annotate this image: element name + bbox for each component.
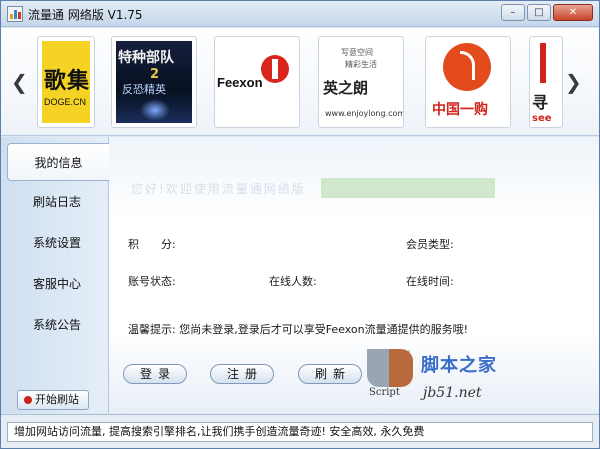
app-chart-icon: [7, 6, 23, 22]
jb51-logo-icon: Script: [367, 349, 415, 398]
online-time-label: 在线时间:: [406, 275, 454, 288]
ad-tile-line3: 反恐精英: [122, 83, 166, 96]
ad-tile-text: 歌集: [44, 68, 91, 93]
ad-tile-text: 中国一购: [432, 102, 488, 118]
ad-tile-sub: DOGE.CN: [44, 97, 87, 107]
ad-tile-game[interactable]: 特种部队 2 反恐精英: [111, 36, 197, 128]
start-button-label: 开始刷站: [35, 393, 79, 406]
app-window: 流量通 网络版 V1.75 – □ ✕ ❮ 歌集 DOGE.CN 特种部队 2 …: [0, 0, 600, 449]
account-status-label: 账号状态:: [128, 275, 176, 288]
refresh-button[interactable]: 刷新: [298, 364, 362, 384]
window-title: 流量通 网络版 V1.75: [28, 8, 143, 22]
register-button[interactable]: 注册: [210, 364, 274, 384]
watermark-title: 脚本之家: [421, 355, 497, 376]
ad-tile-line1: 写意空间: [341, 48, 373, 57]
sidebar: 我的信息 刷站日志 系统设置 客服中心 系统公告 开始刷站: [1, 137, 109, 413]
banner-next-icon[interactable]: ❯: [565, 70, 582, 94]
ad-tile-search[interactable]: 寻 see: [529, 36, 563, 128]
sidebar-item-announcement[interactable]: 系统公告: [7, 306, 107, 344]
ad-tile-url: www.enjoylong.com: [325, 109, 404, 118]
status-message: 增加网站访问流量, 提高搜索引擎排名,让我们携手创造流量奇迹! 安全高效, 永久…: [7, 422, 593, 442]
ad-banner: ❮ 歌集 DOGE.CN 特种部队 2 反恐精英 Feexon 写意空间 精彩生…: [1, 28, 599, 136]
window-controls: – □ ✕: [501, 4, 593, 21]
ad-tile-line2: 2: [150, 67, 160, 82]
ad-tile-feexon[interactable]: Feexon: [214, 36, 300, 128]
points-label: 积 分:: [128, 238, 176, 251]
ad-tile-china-buy[interactable]: 中国一购: [425, 36, 511, 128]
sidebar-item-log[interactable]: 刷站日志: [7, 183, 107, 221]
close-button[interactable]: ✕: [553, 4, 593, 21]
content-panel: 您好!欢迎使用流量通网络版 积 分: 会员类型: 账号状态: 在线人数: 在线时…: [109, 137, 599, 413]
ad-tile-brand: 英之朗: [323, 79, 369, 97]
sidebar-item-settings[interactable]: 系统设置: [7, 224, 107, 262]
sidebar-item-support[interactable]: 客服中心: [7, 265, 107, 303]
status-bar: 增加网站访问流量, 提高搜索引擎排名,让我们携手创造流量奇迹! 安全高效, 永久…: [1, 414, 599, 448]
member-type-label: 会员类型:: [406, 238, 454, 251]
watermark-url: jb51.net: [423, 385, 482, 401]
ad-tile-line1: 特种部队: [118, 50, 174, 66]
feexon-logo-icon: [261, 55, 289, 83]
ad-tile-doge[interactable]: 歌集 DOGE.CN: [37, 36, 95, 128]
banner-prev-icon[interactable]: ❮: [11, 70, 28, 94]
watermark-logo-sub: Script: [369, 387, 400, 398]
ad-tile-glow: [140, 99, 170, 121]
maximize-button[interactable]: □: [527, 4, 551, 21]
status-highlight-bar: [321, 178, 495, 198]
record-icon: [24, 396, 32, 404]
ad-tile-text: 寻: [532, 93, 549, 112]
ad-tile-line2: 精彩生活: [345, 60, 377, 69]
sidebar-item-my-info[interactable]: 我的信息: [7, 143, 109, 181]
title-bar[interactable]: 流量通 网络版 V1.75 – □ ✕: [1, 1, 599, 27]
minimize-button[interactable]: –: [501, 4, 525, 21]
ad-tile-sub: see: [532, 113, 552, 124]
login-button[interactable]: 登录: [123, 364, 187, 384]
ad-tile-enjoylong[interactable]: 写意空间 精彩生活 英之朗 www.enjoylong.com: [318, 36, 404, 128]
search-logo-icon: [540, 43, 546, 83]
login-tip: 温馨提示: 您尚未登录,登录后才可以享受Feexon流量通提供的服务哦!: [128, 323, 469, 336]
welcome-text: 您好!欢迎使用流量通网络版: [131, 182, 306, 196]
china-buy-logo-icon: [443, 43, 491, 91]
ad-tile-text: Feexon: [217, 75, 263, 90]
start-button[interactable]: 开始刷站: [17, 390, 89, 410]
online-users-label: 在线人数:: [269, 275, 317, 288]
